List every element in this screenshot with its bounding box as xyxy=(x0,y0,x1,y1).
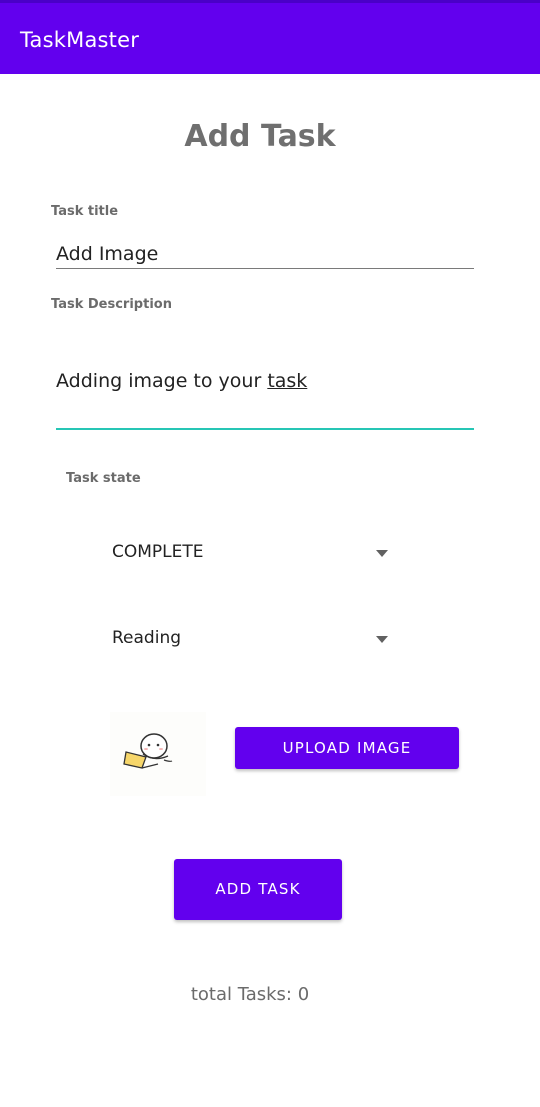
task-category-spinner[interactable]: Reading xyxy=(112,624,392,654)
task-description-label: Task Description xyxy=(51,297,172,312)
task-title-input[interactable]: Add Image xyxy=(56,240,474,269)
app-title: TaskMaster xyxy=(20,28,140,52)
task-category-selected: Reading xyxy=(112,628,182,648)
task-title-label: Task title xyxy=(51,204,119,219)
task-description-input[interactable]: Adding image to your task xyxy=(56,364,474,430)
upload-image-button[interactable]: UPLOAD IMAGE xyxy=(235,727,459,769)
total-tasks-text: total Tasks: 0 xyxy=(190,984,310,1005)
task-state-selected: COMPLETE xyxy=(112,542,204,562)
description-underlined-word: task xyxy=(267,370,308,392)
dropdown-arrow-icon xyxy=(376,636,388,643)
description-text: Adding image to your xyxy=(56,370,268,392)
task-state-label: Task state xyxy=(66,471,141,486)
dropdown-arrow-icon xyxy=(376,550,388,557)
page-title: Add Task xyxy=(184,119,336,154)
add-task-button[interactable]: ADD TASK xyxy=(174,859,342,920)
app-bar: TaskMaster xyxy=(0,0,540,74)
character-with-laptop-icon xyxy=(123,733,173,769)
task-state-spinner[interactable]: COMPLETE xyxy=(112,538,392,568)
task-image-preview xyxy=(110,712,206,796)
